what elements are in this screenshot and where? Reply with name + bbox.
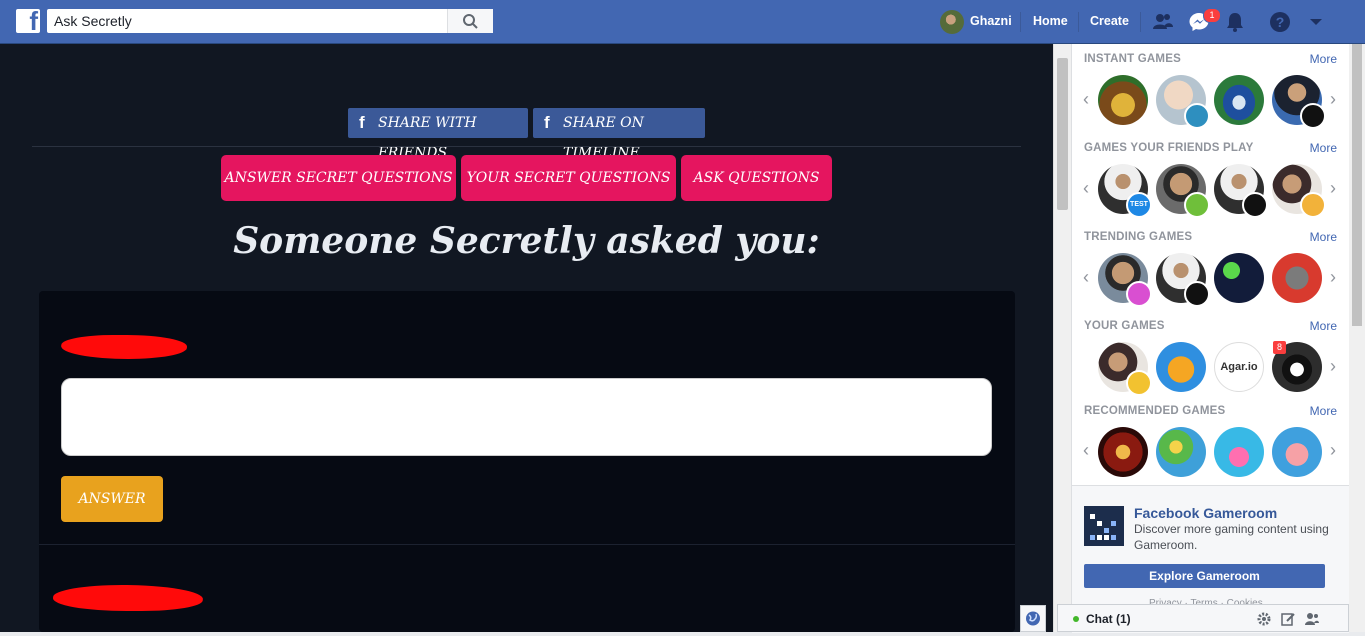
ask-questions-button[interactable]: ASK QUESTIONS — [681, 155, 832, 201]
create-link[interactable]: Create — [1090, 14, 1129, 28]
game-badge-icon — [1184, 103, 1210, 129]
games-sidebar: INSTANT GAMES More ‹ › GAMES YOUR FRIEND… — [1071, 44, 1349, 633]
more-link[interactable]: More — [1310, 52, 1337, 66]
section-title-friends-games: GAMES YOUR FRIENDS PLAY — [1084, 142, 1254, 154]
help-icon[interactable]: ? — [1269, 11, 1291, 33]
scrollbar-thumb[interactable] — [1352, 44, 1362, 326]
game-icon[interactable] — [1098, 427, 1148, 477]
game-badge-icon — [1126, 281, 1152, 307]
game-icon[interactable] — [1272, 253, 1322, 303]
game-badge-icon — [1300, 103, 1326, 129]
game-icon[interactable] — [1214, 253, 1264, 303]
globe-icon — [1026, 611, 1040, 626]
chat-bar[interactable]: Chat (1) — [1057, 604, 1349, 632]
notifications-icon[interactable] — [1224, 11, 1246, 33]
more-link[interactable]: More — [1310, 319, 1337, 333]
profile-link[interactable]: Ghazni — [970, 14, 1012, 28]
game-icon[interactable] — [1214, 75, 1264, 125]
facebook-logo-icon[interactable]: f — [16, 9, 40, 33]
answer-secret-questions-button[interactable]: ANSWER SECRET QUESTIONS — [221, 155, 456, 201]
app-canvas: f SHARE WITH FRIENDS f SHARE ON TIMELINE… — [0, 44, 1053, 632]
facebook-f-icon: f — [359, 113, 365, 132]
section-title-instant-games: INSTANT GAMES — [1084, 53, 1181, 65]
search-input[interactable] — [47, 9, 443, 33]
game-icon[interactable] — [1272, 427, 1322, 477]
chevron-left-icon[interactable]: ‹ — [1083, 90, 1093, 108]
game-icon[interactable] — [1156, 342, 1206, 392]
svg-text:?: ? — [1276, 14, 1285, 30]
search-bar — [47, 9, 493, 33]
test-badge: TEST — [1126, 192, 1152, 218]
share-with-friends-button[interactable]: f SHARE WITH FRIENDS — [348, 108, 528, 161]
game-icon[interactable] — [1098, 75, 1148, 125]
gameroom-title[interactable]: Facebook Gameroom — [1134, 505, 1277, 521]
chevron-right-icon[interactable]: › — [1330, 441, 1340, 459]
user-avatar[interactable] — [940, 10, 964, 34]
game-icon[interactable] — [1156, 427, 1206, 477]
game-badge-icon — [1126, 370, 1152, 396]
page-title: Someone Secretly asked you: — [233, 220, 820, 262]
chat-label: Chat (1) — [1086, 612, 1131, 626]
nav-divider — [1078, 12, 1079, 32]
game-notification-badge: 8 — [1273, 341, 1286, 354]
chevron-left-icon[interactable]: ‹ — [1083, 268, 1093, 286]
section-title-your-games: YOUR GAMES — [1084, 320, 1165, 332]
share-on-timeline-button[interactable]: f SHARE ON TIMELINE — [533, 108, 705, 161]
game-badge-icon — [1242, 192, 1268, 218]
game-icon[interactable] — [1214, 427, 1264, 477]
game-badge-icon — [1300, 192, 1326, 218]
game-badge-icon — [1184, 281, 1210, 307]
section-title-trending-games: TRENDING GAMES — [1084, 231, 1193, 243]
answer-button[interactable]: ANSWER — [61, 476, 163, 522]
redacted-question-text — [51, 585, 205, 611]
top-navbar: f Ghazni Home Create 1 ? — [0, 0, 1365, 44]
more-link[interactable]: More — [1310, 230, 1337, 244]
create-group-icon[interactable] — [1304, 611, 1320, 627]
game-badge-icon — [1184, 192, 1210, 218]
divider — [32, 146, 1021, 147]
home-link[interactable]: Home — [1033, 14, 1068, 28]
redacted-question-text — [59, 335, 189, 359]
page-scrollbar[interactable] — [1349, 44, 1365, 632]
compose-icon[interactable] — [1280, 611, 1296, 627]
section-title-recommended-games: RECOMMENDED GAMES — [1084, 405, 1226, 417]
chevron-right-icon[interactable]: › — [1330, 90, 1340, 108]
chevron-right-icon[interactable]: › — [1330, 268, 1340, 286]
online-status-dot — [1073, 616, 1079, 622]
account-menu-chevron-down-icon[interactable] — [1305, 11, 1327, 33]
canvas-scrollbar[interactable] — [1053, 44, 1071, 632]
chevron-left-icon[interactable]: ‹ — [1083, 179, 1093, 197]
chevron-right-icon[interactable]: › — [1330, 179, 1340, 197]
chevron-right-icon[interactable]: › — [1330, 357, 1340, 375]
friend-requests-icon[interactable] — [1152, 11, 1174, 33]
gameroom-logo-icon — [1084, 506, 1124, 546]
facebook-f-icon: f — [544, 113, 550, 132]
your-secret-questions-button[interactable]: YOUR SECRET QUESTIONS — [461, 155, 676, 201]
search-icon — [463, 14, 478, 29]
chevron-left-icon[interactable]: ‹ — [1083, 441, 1093, 459]
more-link[interactable]: More — [1310, 404, 1337, 418]
gameroom-description: Discover more gaming content using Gamer… — [1134, 522, 1329, 552]
divider — [39, 544, 1015, 545]
gear-icon[interactable] — [1256, 611, 1272, 627]
answer-textarea[interactable] — [61, 378, 992, 456]
messenger-badge: 1 — [1203, 8, 1221, 23]
search-button[interactable] — [447, 9, 493, 33]
scrollbar-thumb[interactable] — [1057, 58, 1068, 210]
nav-divider — [1020, 12, 1021, 32]
explore-gameroom-button[interactable]: Explore Gameroom — [1084, 564, 1325, 588]
agario-game-icon[interactable]: Agar.io — [1214, 342, 1264, 392]
more-link[interactable]: More — [1310, 141, 1337, 155]
language-globe-button[interactable] — [1020, 605, 1046, 632]
question-card: ANSWER — [39, 291, 1015, 632]
nav-divider — [1140, 12, 1141, 32]
